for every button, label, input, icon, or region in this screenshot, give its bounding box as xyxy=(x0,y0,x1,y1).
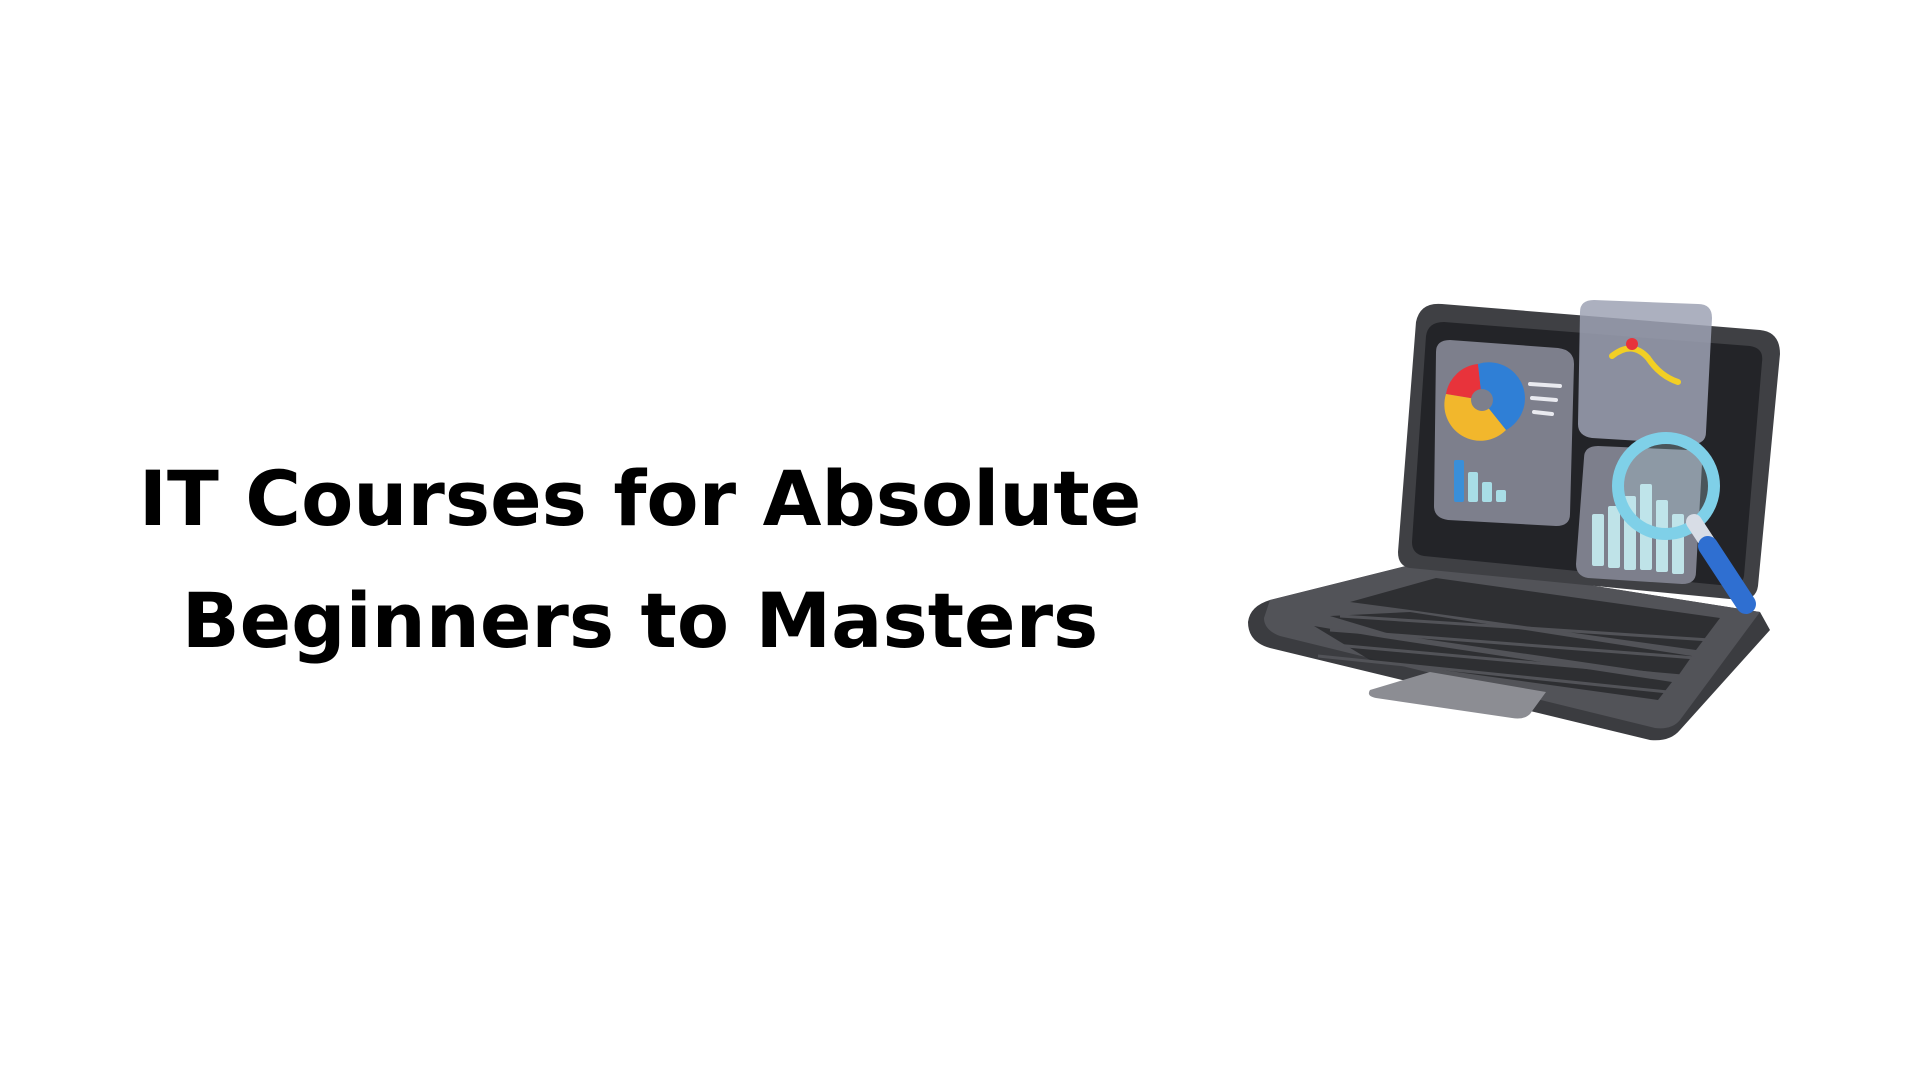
banner: IT Courses for Absolute Beginners to Mas… xyxy=(0,0,1920,1080)
headline: IT Courses for Absolute Beginners to Mas… xyxy=(120,438,1160,682)
headline-line-1: IT Courses for Absolute xyxy=(138,454,1142,543)
curve-chart-panel xyxy=(1578,300,1712,444)
pie-chart-panel xyxy=(1434,340,1574,526)
headline-line-2: Beginners to Masters xyxy=(181,576,1099,665)
laptop-analytics-icon xyxy=(1248,300,1780,741)
